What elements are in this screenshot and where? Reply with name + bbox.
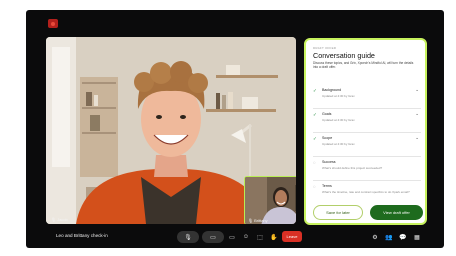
guide-item-success[interactable]: ○ Success What's should define this proj…	[313, 158, 421, 181]
chevron-down-icon[interactable]: ⌄	[415, 111, 419, 117]
check-icon: ✓	[313, 136, 317, 141]
guide-item-title: Goals	[322, 112, 332, 116]
emoji-icon: ☺	[242, 234, 250, 240]
camera-icon: ▭	[210, 234, 216, 241]
captions-icon: ▭	[229, 234, 235, 241]
meeting-control-bar: Leo and Brittany check-in 🎙 ▭ ▭ ☺ ⬚ ✋ Le…	[26, 228, 444, 248]
captions-button[interactable]: ▭	[226, 231, 238, 243]
chat-icon: 💬	[399, 234, 407, 241]
guide-item-title: Terms	[322, 184, 332, 188]
microphone-icon: 🎙	[184, 234, 192, 241]
conversation-guide-panel: DRAFT OFFER Conversation guide Discuss t…	[304, 38, 427, 225]
pip-video-feed	[245, 177, 296, 224]
guide-item-goals[interactable]: ✓ Goals Updated at 4:30 by Grax ⌄	[313, 110, 421, 133]
chevron-down-icon[interactable]: ⌄	[415, 135, 419, 141]
people-icon: 👥	[385, 234, 393, 241]
reactions-button[interactable]: ☺	[240, 231, 252, 243]
guide-item-subtitle: What's should define this project succee…	[322, 166, 383, 170]
main-participant-name: Jacob	[57, 217, 68, 222]
leave-call-button[interactable]: Leave	[282, 231, 302, 242]
chat-button[interactable]: 💬	[398, 231, 408, 243]
pending-circle-icon: ○	[313, 160, 316, 165]
view-draft-offer-button[interactable]: View draft offer	[370, 205, 423, 220]
meeting-title: Leo and Brittany check-in	[56, 233, 108, 238]
guide-title: Conversation guide	[313, 51, 375, 60]
guide-item-title: Background	[322, 88, 342, 92]
people-button[interactable]: 👥	[384, 231, 394, 243]
guide-item-terms[interactable]: ○ Terms What's the timeline, rate and co…	[313, 182, 421, 204]
pending-circle-icon: ○	[313, 184, 316, 189]
check-icon: ✓	[313, 88, 317, 93]
present-screen-button[interactable]: ⬚	[254, 231, 266, 243]
guide-overline: DRAFT OFFER	[313, 46, 337, 50]
guide-item-subtitle: Updated at 4:30 by Grax	[322, 142, 355, 146]
settings-button[interactable]: ⚙	[370, 231, 380, 243]
save-for-later-button[interactable]: Save for later	[313, 205, 363, 220]
guide-item-subtitle: Updated at 4:30 by Grax	[322, 94, 355, 98]
raise-hand-button[interactable]: ✋	[268, 231, 280, 243]
guide-item-subtitle: What's the timeline, rate and contract s…	[322, 190, 410, 194]
guide-item-title: Scope	[322, 136, 333, 140]
main-participant-tag: 🎙 Jacob	[51, 217, 68, 222]
camera-toggle-button[interactable]: ▭	[202, 231, 224, 243]
pip-participant-tag: 🎙 Brittany	[248, 218, 268, 223]
grid-icon: ▦	[414, 234, 420, 241]
hand-icon: ✋	[270, 234, 278, 241]
main-video-tile[interactable]: 🎙 Jacob 🎙 Brittany	[46, 37, 296, 224]
check-icon: ✓	[313, 112, 317, 117]
meeting-window: 🎙 Jacob 🎙 Brittany DRAFT OFFER Conversat…	[26, 10, 444, 248]
pip-participant-name: Brittany	[254, 218, 268, 223]
recording-indicator-icon	[48, 19, 58, 28]
apps-button[interactable]: ▦	[412, 231, 422, 243]
chevron-down-icon[interactable]: ⌄	[415, 87, 419, 93]
guide-description: Discuss these topics, and Grix, Xpcech's…	[313, 61, 414, 70]
pip-video-tile[interactable]: 🎙 Brittany	[244, 176, 296, 224]
present-icon: ⬚	[257, 234, 263, 241]
gear-icon: ⚙	[372, 234, 378, 241]
guide-item-title: Success	[322, 160, 336, 164]
microphone-toggle-button[interactable]: 🎙	[177, 231, 199, 243]
mic-icon: 🎙	[51, 217, 57, 222]
mic-icon: 🎙	[248, 218, 254, 223]
guide-item-subtitle: Updated at 4:30 by Grax	[322, 118, 355, 122]
guide-item-scope[interactable]: ✓ Scope Updated at 4:30 by Grax ⌄	[313, 134, 421, 157]
guide-item-background[interactable]: ✓ Background Updated at 4:30 by Grax ⌄	[313, 86, 421, 109]
